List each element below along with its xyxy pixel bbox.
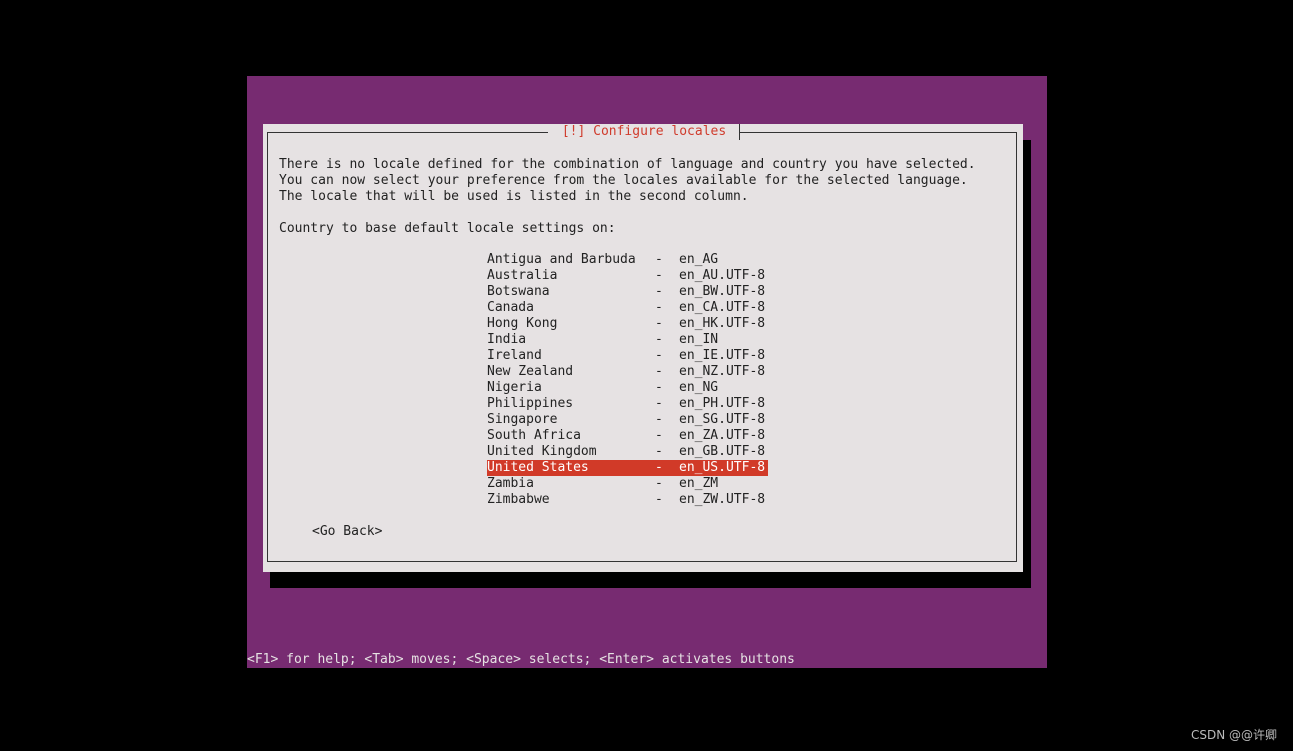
locale-separator: - bbox=[655, 332, 663, 347]
locale-option-en-zm[interactable]: Zambia - en_ZM bbox=[487, 476, 768, 492]
locale-country: Antigua and Barbuda bbox=[487, 252, 636, 267]
locale-code: en_IN bbox=[679, 332, 719, 347]
locale-separator: - bbox=[655, 380, 663, 395]
locale-code: en_CA.UTF-8 bbox=[679, 300, 766, 315]
locale-country: Ireland bbox=[487, 348, 542, 363]
locale-option-en-au-utf-8[interactable]: Australia - en_AU.UTF-8 bbox=[487, 268, 768, 284]
description-line-2: You can now select your preference from … bbox=[279, 173, 968, 188]
locale-country: India bbox=[487, 332, 527, 347]
locale-code: en_PH.UTF-8 bbox=[679, 396, 766, 411]
locale-separator: - bbox=[655, 364, 663, 379]
locale-option-en-gb-utf-8[interactable]: United Kingdom - en_GB.UTF-8 bbox=[487, 444, 768, 460]
locale-code: en_ZA.UTF-8 bbox=[679, 428, 766, 443]
locale-code: en_AU.UTF-8 bbox=[679, 268, 766, 283]
locale-option-en-hk-utf-8[interactable]: Hong Kong - en_HK.UTF-8 bbox=[487, 316, 768, 332]
locale-option-en-nz-utf-8[interactable]: New Zealand - en_NZ.UTF-8 bbox=[487, 364, 768, 380]
locale-option-en-ie-utf-8[interactable]: Ireland - en_IE.UTF-8 bbox=[487, 348, 768, 364]
help-bar: <F1> for help; <Tab> moves; <Space> sele… bbox=[247, 652, 1039, 668]
locale-separator: - bbox=[655, 476, 663, 491]
locale-separator: - bbox=[655, 396, 663, 411]
locale-option-en-ag[interactable]: Antigua and Barbuda - en_AG bbox=[487, 252, 768, 268]
locale-code: en_GB.UTF-8 bbox=[679, 444, 766, 459]
locale-option-en-sg-utf-8[interactable]: Singapore - en_SG.UTF-8 bbox=[487, 412, 768, 428]
description-line-3: The locale that will be used is listed i… bbox=[279, 189, 749, 204]
locale-option-en-ph-utf-8[interactable]: Philippines - en_PH.UTF-8 bbox=[487, 396, 768, 412]
locale-country: Australia bbox=[487, 268, 558, 283]
locale-country: Canada bbox=[487, 300, 534, 315]
description-line-1: There is no locale defined for the combi… bbox=[279, 157, 976, 172]
locale-option-en-ng[interactable]: Nigeria - en_NG bbox=[487, 380, 768, 396]
locale-code: en_ZM bbox=[679, 476, 719, 491]
go-back-button[interactable]: <Go Back> bbox=[312, 524, 382, 540]
locale-option-en-bw-utf-8[interactable]: Botswana - en_BW.UTF-8 bbox=[487, 284, 768, 300]
locale-separator: - bbox=[655, 316, 663, 331]
locale-separator: - bbox=[655, 412, 663, 427]
locale-separator: - bbox=[655, 444, 663, 459]
locale-code: en_NZ.UTF-8 bbox=[679, 364, 766, 379]
watermark: CSDN @@许卿 bbox=[1190, 728, 1277, 742]
locale-separator: - bbox=[655, 252, 663, 267]
locale-country: United States bbox=[487, 460, 589, 475]
locale-option-en-za-utf-8[interactable]: South Africa - en_ZA.UTF-8 bbox=[487, 428, 768, 444]
locale-country: Botswana bbox=[487, 284, 550, 299]
locale-country: Philippines bbox=[487, 396, 574, 411]
locale-code: en_NG bbox=[679, 380, 719, 395]
locale-code: en_ZW.UTF-8 bbox=[679, 492, 766, 507]
locale-separator: - bbox=[655, 284, 663, 299]
locale-code: en_HK.UTF-8 bbox=[679, 316, 766, 331]
dialog-title: [!] Configure locales bbox=[548, 124, 740, 140]
locale-country: Hong Kong bbox=[487, 316, 558, 331]
locale-country: Singapore bbox=[487, 412, 558, 427]
locale-option-en-ca-utf-8[interactable]: Canada - en_CA.UTF-8 bbox=[487, 300, 768, 316]
locale-code: en_US.UTF-8 bbox=[679, 460, 766, 475]
locale-option-en-zw-utf-8[interactable]: Zimbabwe - en_ZW.UTF-8 bbox=[487, 492, 768, 508]
locale-list[interactable]: Antigua and Barbuda - en_AG Australia - en_AU… bbox=[487, 252, 768, 508]
locale-separator: - bbox=[655, 492, 663, 507]
locale-code: en_BW.UTF-8 bbox=[679, 284, 766, 299]
locale-country: South Africa bbox=[487, 428, 581, 443]
configure-locales-dialog: [!] Configure locales There is no locale… bbox=[263, 124, 1023, 572]
locale-option-en-in[interactable]: India - en_IN bbox=[487, 332, 768, 348]
locale-country: Zimbabwe bbox=[487, 492, 550, 507]
country-prompt: Country to base default locale settings … bbox=[279, 221, 616, 236]
locale-separator: - bbox=[655, 300, 663, 315]
locale-country: Nigeria bbox=[487, 380, 542, 395]
locale-code: en_SG.UTF-8 bbox=[679, 412, 766, 427]
locale-separator: - bbox=[655, 460, 663, 475]
locale-code: en_IE.UTF-8 bbox=[679, 348, 766, 363]
locale-option-en-us-utf-8[interactable]: United States - en_US.UTF-8 bbox=[487, 460, 768, 476]
locale-country: Zambia bbox=[487, 476, 534, 491]
locale-country: New Zealand bbox=[487, 364, 574, 379]
locale-country: United Kingdom bbox=[487, 444, 597, 459]
title-divider-right bbox=[739, 124, 740, 140]
locale-separator: - bbox=[655, 268, 663, 283]
locale-code: en_AG bbox=[679, 252, 719, 267]
locale-separator: - bbox=[655, 348, 663, 363]
locale-separator: - bbox=[655, 428, 663, 443]
